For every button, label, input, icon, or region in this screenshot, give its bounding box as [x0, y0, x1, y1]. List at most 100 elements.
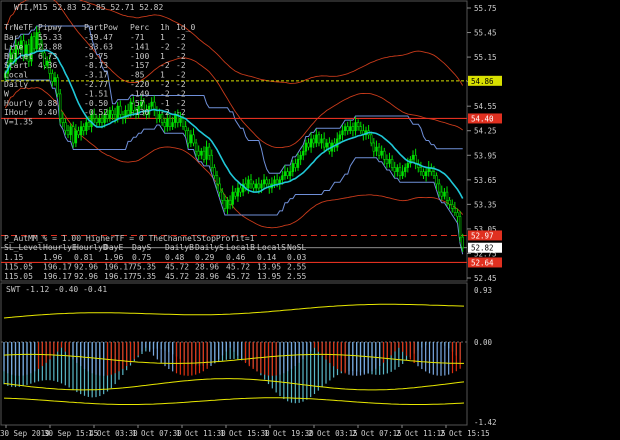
candle-body [302, 150, 305, 156]
candle-body [359, 126, 362, 132]
candle-body [411, 154, 415, 160]
bottom-cell: 92.96 [74, 263, 98, 272]
candle-body [79, 126, 83, 136]
candle-body [398, 167, 402, 177]
info-cell: -141 [130, 42, 149, 51]
price-tick-label: 55.15 [474, 53, 497, 62]
info-cell: -2 [176, 33, 186, 42]
bottom-col-header: NoSL [287, 243, 306, 252]
bottom-cell: 0.48 [165, 253, 184, 262]
candle-body [108, 109, 112, 119]
candle-body [304, 142, 308, 152]
candle-body [286, 171, 289, 177]
time-tick-label: 2 Oct 07:15 [352, 429, 402, 438]
price-tick-label: 54.25 [474, 127, 497, 136]
info-cell: V=1.35 [4, 118, 33, 127]
price-badge-label: 54.86 [471, 77, 494, 86]
info-cell: -2 [176, 89, 186, 98]
candle-body [346, 126, 349, 132]
candle-body [113, 114, 117, 119]
candle-body [56, 77, 59, 95]
candle-body [288, 171, 292, 177]
info-cell: Hourly [4, 99, 33, 108]
candle-body [111, 109, 114, 115]
info-cell: 4.36 [38, 61, 57, 70]
bottom-cell: 196.17 [104, 272, 133, 281]
info-cell: -100 [130, 52, 149, 61]
candle-body [341, 130, 344, 136]
osc-tick-label: 0.93 [474, 286, 492, 295]
info-cell: -71 [130, 33, 145, 42]
candle-body [61, 118, 65, 123]
candle-body [461, 236, 464, 249]
info-cell: 0.88 [38, 99, 57, 108]
candle-body [325, 142, 328, 148]
candle-body [236, 187, 240, 197]
info-header: TrNeTF [4, 23, 33, 32]
bottom-cell: 28.96 [195, 263, 219, 272]
candle-body [218, 183, 221, 193]
candle-body [370, 134, 373, 144]
candle-body [437, 183, 441, 193]
candle-body [155, 109, 159, 119]
candle-body [414, 154, 417, 164]
info-cell: -220 [130, 80, 149, 89]
candle-body [255, 183, 258, 189]
candle-body [210, 154, 213, 168]
time-tick-label: 1 Oct 11:30 [176, 429, 226, 438]
candle-body [443, 191, 446, 197]
bottom-cell: 75.35 [132, 263, 156, 272]
info-cell: -39.47 [84, 33, 113, 42]
candle-body [163, 122, 166, 127]
candle-body [458, 216, 462, 238]
bottom-cell: 28.96 [195, 272, 219, 281]
bottom-cell: 2.55 [287, 272, 306, 281]
candle-body [66, 130, 70, 136]
price-tick-label: 55.45 [474, 29, 497, 38]
bottom-cell: 0.29 [195, 253, 214, 262]
price-tick-label: 55.75 [474, 4, 497, 13]
candle-body [396, 167, 399, 172]
bottom-cell: 1.96 [104, 253, 123, 262]
candle-body [356, 122, 360, 127]
osc-tick-label: 0.00 [474, 338, 493, 347]
info-cell: -2 [176, 42, 186, 51]
candle-body [456, 212, 459, 217]
candle-body [262, 179, 266, 185]
price-badge-label: 52.82 [471, 244, 494, 253]
candle-body [307, 142, 310, 148]
time-tick-label: 2 Oct 15:15 [440, 429, 490, 438]
info-cell: Bullet [4, 52, 33, 61]
candle-body [296, 159, 300, 168]
price-badge-label: 54.40 [471, 114, 494, 123]
candle-body [385, 159, 389, 164]
price-tick-label: 54.55 [474, 102, 497, 111]
candle-body [453, 208, 457, 213]
candle-body [82, 126, 85, 132]
bottom-header-line: P_AutMM_% = 1.00 HigherTF = 0 TheChannel… [4, 234, 255, 243]
info-cell: -9.75 [84, 52, 108, 61]
candle-body [239, 187, 242, 193]
info-cell: -85 [130, 71, 145, 80]
bottom-cell: 92.96 [74, 272, 98, 281]
candle-body [320, 138, 323, 144]
candle-body [95, 118, 98, 123]
candle-body [257, 183, 261, 189]
candle-body [116, 105, 119, 119]
candle-body [424, 171, 428, 177]
candle-body [315, 134, 318, 144]
candle-body [207, 146, 211, 156]
bottom-cell: 115.05 [4, 263, 33, 272]
info-cell: W [4, 89, 9, 98]
candle-body [189, 134, 193, 144]
candle-body [85, 122, 88, 132]
candle-body [309, 138, 313, 148]
info-cell: -2.77 [84, 80, 108, 89]
candle-body [58, 93, 62, 119]
candle-body [419, 167, 423, 172]
candle-body [72, 126, 75, 144]
trading-chart[interactable]: 55.7555.4555.1554.8554.5554.2553.9553.65… [0, 0, 620, 440]
candle-body [388, 159, 391, 164]
candle-body [393, 167, 396, 172]
bottom-cell: 75.35 [132, 272, 156, 281]
